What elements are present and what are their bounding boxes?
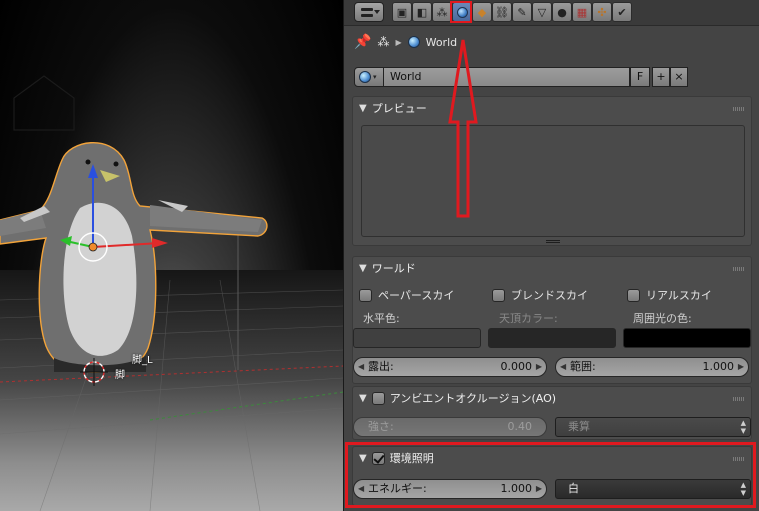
- annotation-arrow-up-icon: [448, 39, 478, 218]
- material-icon[interactable]: ●: [552, 2, 572, 22]
- real-sky-label: リアルスカイ: [646, 289, 712, 302]
- editor-type-menu-button[interactable]: [354, 2, 384, 22]
- annotation-highlight-world-tab: [450, 1, 472, 23]
- x-axis-line: [0, 365, 343, 383]
- object-icon[interactable]: ◆: [472, 2, 492, 22]
- annotation-highlight-env-lighting: [345, 442, 756, 508]
- drag-grip-icon[interactable]: [733, 267, 745, 271]
- y-axis-line: [149, 391, 343, 421]
- range-label: 範囲:: [570, 360, 596, 373]
- world-panel: ▼ ワールド ペーパースカイ ブレンドスカイ リアルスカイ 水平色: 天頂カラー…: [352, 256, 752, 384]
- pin-icon[interactable]: 📌: [354, 34, 371, 50]
- collapse-triangle-icon: ▼: [359, 102, 367, 114]
- bone-label-foot: 脚: [115, 370, 125, 381]
- paper-sky-toggle[interactable]: ペーパースカイ: [359, 287, 454, 303]
- preview-resize-handle[interactable]: [546, 240, 560, 243]
- viewport-scene: [0, 75, 343, 511]
- collapse-triangle-icon: ▼: [359, 262, 367, 274]
- ambient-color-swatch[interactable]: [623, 328, 751, 348]
- collapse-triangle-icon: ▼: [359, 392, 367, 404]
- object-data-icon[interactable]: ▽: [532, 2, 552, 22]
- preview-render-area: [361, 125, 745, 237]
- 3d-viewport[interactable]: 脚_L 脚: [0, 0, 343, 511]
- ao-enable-checkbox[interactable]: [371, 391, 385, 405]
- decrement-arrow-icon[interactable]: ◀: [560, 358, 566, 376]
- ao-strength-label: 強さ:: [368, 420, 394, 433]
- scene-icon[interactable]: ⁂: [432, 2, 452, 22]
- ao-blend-mode-select[interactable]: 乗算 ▲ ▼: [555, 417, 751, 437]
- real-sky-toggle[interactable]: リアルスカイ: [627, 287, 712, 303]
- properties-context-bar: ▣ ◧ ⁂ ◆ ⛓ ✎ ▽ ● ▦ ✣ ✔: [344, 0, 759, 26]
- horizon-color-swatch[interactable]: [353, 328, 481, 348]
- paper-sky-label: ペーパースカイ: [378, 289, 455, 302]
- world-datablock-selector: ▾ World F + ×: [354, 67, 694, 87]
- range-field[interactable]: ◀ 範囲: 1.000 ▶: [555, 357, 749, 377]
- scene-icon: ⁂: [377, 35, 390, 49]
- particles-icon[interactable]: ✣: [592, 2, 612, 22]
- world-name-field[interactable]: World: [384, 67, 630, 87]
- exposure-label: 露出:: [368, 360, 394, 373]
- preview-panel-header[interactable]: ▼ プレビュー: [359, 97, 427, 119]
- zenith-color-label: 天頂カラー:: [499, 312, 558, 325]
- zenith-color-swatch[interactable]: [488, 328, 616, 348]
- penguin-model: [0, 142, 268, 373]
- ao-panel-header[interactable]: ▼ アンビエントオクルージョン(AO): [359, 387, 556, 409]
- world-browse-button[interactable]: ▾: [354, 67, 384, 87]
- preview-panel: ▼ プレビュー: [352, 96, 752, 246]
- blend-sky-toggle[interactable]: ブレンドスカイ: [492, 287, 588, 303]
- increment-arrow-icon[interactable]: ▶: [738, 358, 744, 376]
- ambient-color-label: 周囲光の色:: [633, 312, 692, 325]
- increment-arrow-icon[interactable]: ▶: [536, 358, 542, 376]
- range-value: 1.000: [702, 360, 735, 373]
- breadcrumb: 📌 ⁂ ▶ World: [354, 32, 457, 52]
- exposure-field[interactable]: ◀ 露出: 0.000 ▶: [353, 357, 547, 377]
- ao-strength-field[interactable]: 強さ: 0.40: [353, 417, 547, 437]
- ao-strength-value: 0.40: [507, 420, 533, 433]
- ao-panel-title: アンビエントオクルージョン(AO): [389, 392, 557, 405]
- new-world-button[interactable]: +: [652, 67, 670, 87]
- properties-editor: ▣ ◧ ⁂ ◆ ⛓ ✎ ▽ ● ▦ ✣ ✔ 📌 ⁂ ▶ World ▾ Worl…: [343, 0, 759, 511]
- horizon-color-label: 水平色:: [363, 312, 400, 325]
- real-sky-checkbox[interactable]: [627, 288, 640, 302]
- render-icon[interactable]: ▣: [392, 2, 412, 22]
- render-layers-icon[interactable]: ◧: [412, 2, 432, 22]
- preview-panel-title: プレビュー: [371, 102, 427, 115]
- bone-label-foot-l: 脚_L: [132, 355, 153, 366]
- world-icon: [407, 36, 420, 48]
- blend-sky-label: ブレンドスカイ: [511, 289, 588, 302]
- updown-arrows-icon: ▲ ▼: [740, 419, 746, 435]
- unlink-world-button[interactable]: ×: [670, 67, 688, 87]
- exposure-value: 0.000: [500, 360, 533, 373]
- chevron-right-icon: ▶: [395, 37, 402, 47]
- drag-grip-icon[interactable]: [733, 397, 745, 401]
- modifiers-icon[interactable]: ✎: [512, 2, 532, 22]
- decrement-arrow-icon[interactable]: ◀: [358, 358, 364, 376]
- fake-user-button[interactable]: F: [630, 67, 650, 87]
- texture-icon[interactable]: ▦: [572, 2, 592, 22]
- paper-sky-checkbox[interactable]: [359, 288, 372, 302]
- ao-blend-mode-value: 乗算: [568, 420, 590, 433]
- ambient-occlusion-panel: ▼ アンビエントオクルージョン(AO) 強さ: 0.40 乗算 ▲ ▼: [352, 386, 752, 440]
- drag-grip-icon[interactable]: [733, 107, 745, 111]
- world-panel-title: ワールド: [371, 262, 416, 275]
- physics-icon[interactable]: ✔: [612, 2, 632, 22]
- blend-sky-checkbox[interactable]: [492, 288, 505, 302]
- world-panel-header[interactable]: ▼ ワールド: [359, 257, 416, 279]
- constraints-icon[interactable]: ⛓: [492, 2, 512, 22]
